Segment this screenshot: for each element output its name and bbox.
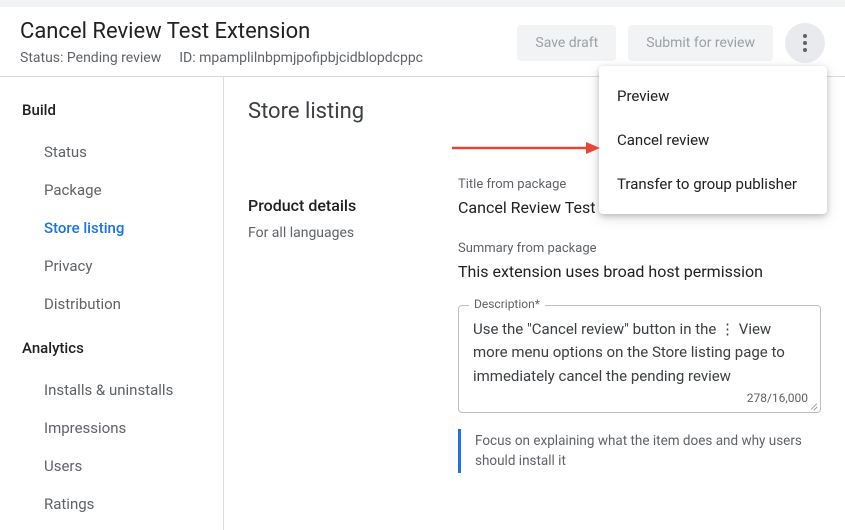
sidebar-item-status[interactable]: Status: [22, 133, 223, 171]
page-title: Cancel Review Test Extension: [20, 19, 423, 44]
vertical-dots-icon: [803, 34, 807, 52]
more-options-button[interactable]: [785, 23, 825, 63]
sidebar-item-users[interactable]: Users: [22, 447, 223, 485]
description-hint: Focus on explaining what the item does a…: [458, 429, 818, 474]
page-heading: Store listing: [248, 99, 438, 124]
sidebar-item-distribution[interactable]: Distribution: [22, 285, 223, 323]
description-value[interactable]: Use the "Cancel review" button in the ⋮ …: [473, 318, 806, 388]
languages-note: For all languages: [248, 225, 438, 241]
sidebar-item-ratings[interactable]: Ratings: [22, 485, 223, 523]
resize-handle-icon[interactable]: [808, 400, 818, 410]
sidebar-item-privacy[interactable]: Privacy: [22, 247, 223, 285]
description-counter: 278/16,000: [747, 391, 808, 405]
sidebar-section-build: Build: [22, 101, 223, 119]
summary-label: Summary from package: [458, 241, 821, 256]
save-draft-button[interactable]: Save draft: [517, 25, 616, 61]
description-label: Description*: [469, 297, 545, 311]
sidebar-item-store-listing[interactable]: Store listing: [22, 209, 223, 247]
submit-review-button[interactable]: Submit for review: [628, 25, 773, 61]
sidebar-item-impressions[interactable]: Impressions: [22, 409, 223, 447]
menu-item-preview[interactable]: Preview: [599, 74, 827, 118]
product-details-heading: Product details: [248, 196, 438, 215]
sidebar-item-installs[interactable]: Installs & uninstalls: [22, 371, 223, 409]
sidebar: Build Status Package Store listing Priva…: [0, 77, 224, 530]
menu-item-cancel-review[interactable]: Cancel review: [599, 118, 827, 162]
menu-item-transfer[interactable]: Transfer to group publisher: [599, 162, 827, 206]
sidebar-item-package[interactable]: Package: [22, 171, 223, 209]
description-field[interactable]: Description* Use the "Cancel review" but…: [458, 305, 821, 413]
sidebar-section-analytics: Analytics: [22, 339, 223, 357]
more-options-menu: Preview Cancel review Transfer to group …: [599, 66, 827, 214]
header-meta: Status: Pending review ID: mpamplilnbpmj…: [20, 50, 423, 66]
summary-value: This extension uses broad host permissio…: [458, 262, 821, 281]
